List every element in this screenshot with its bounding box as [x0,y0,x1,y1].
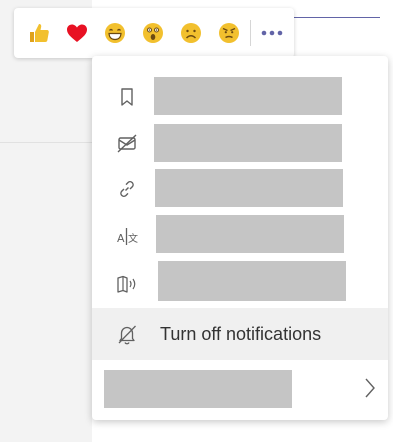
surprised-face-icon [143,23,163,43]
redacted-label [158,261,346,301]
redacted-label [154,124,342,162]
menu-item-immersive-reader[interactable] [92,260,388,308]
reaction-like-button[interactable] [20,14,58,52]
sad-face-icon [181,23,201,43]
heart-icon [67,24,87,42]
reaction-heart-button[interactable] [58,14,96,52]
chat-list-divider [0,142,92,143]
more-horizontal-icon [261,30,283,36]
header-accent-line [290,17,380,18]
bell-off-icon [115,322,139,346]
angry-face-icon [219,23,239,43]
menu-item-turn-off-notifications[interactable]: Turn off notifications [92,308,388,360]
menu-item-mark-unread[interactable] [92,120,388,166]
reaction-angry-button[interactable] [210,14,248,52]
chevron-right-icon [362,375,378,401]
menu-item-translate[interactable]: A 文 [92,212,388,260]
laughing-face-icon [105,23,125,43]
reaction-sad-button[interactable] [172,14,210,52]
redacted-label [154,77,342,115]
menu-item-save[interactable] [92,74,388,120]
redacted-label [156,215,344,253]
reaction-surprised-button[interactable] [134,14,172,52]
menu-item-more-actions[interactable] [92,360,388,416]
mark-unread-icon [115,131,139,155]
svg-text:A: A [117,232,125,245]
redacted-label [155,169,343,207]
translate-icon: A 文 [115,224,139,248]
bookmark-icon [115,85,139,109]
link-icon [115,177,139,201]
reaction-bar [14,8,294,58]
message-options-menu: A 文 Turn off notifications [92,56,388,420]
reaction-bar-separator [250,20,251,46]
redacted-label [104,370,292,408]
menu-item-copy-link[interactable] [92,166,388,212]
teams-chat-surface: A 文 Turn off notifications [0,0,393,442]
reaction-laugh-button[interactable] [96,14,134,52]
chat-list-background [0,0,92,442]
menu-item-label: Turn off notifications [160,323,322,344]
svg-text:文: 文 [128,232,138,245]
more-options-button[interactable] [257,14,287,52]
immersive-reader-icon [115,272,139,296]
thumbs-up-icon [30,24,49,42]
